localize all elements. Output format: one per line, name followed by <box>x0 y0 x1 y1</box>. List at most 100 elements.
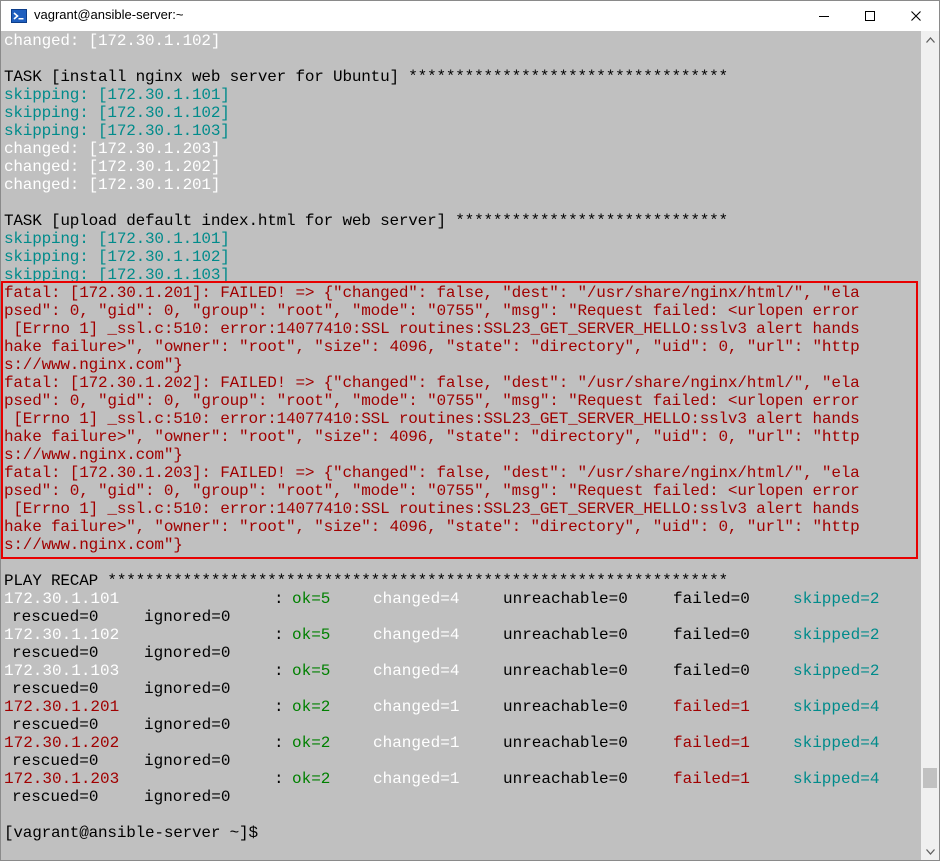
title-bar[interactable]: vagrant@ansible-server:~ <box>1 1 939 31</box>
recap-rescued: rescued=0 <box>12 644 99 662</box>
scroll-thumb[interactable] <box>923 768 937 788</box>
maximize-icon <box>865 11 875 21</box>
recap-unreachable: unreachable=0 <box>503 662 628 680</box>
error-line: psed": 0, "gid": 0, "group": "root", "mo… <box>4 482 860 500</box>
recap-ok: ok=5 <box>292 590 331 608</box>
recap-ignored: ignored=0 <box>144 752 231 770</box>
recap-failed: failed=1 <box>673 770 750 788</box>
output-line: skipping: [172.30.1.101] <box>4 86 230 104</box>
maximize-button[interactable] <box>847 1 893 31</box>
recap-unreachable: unreachable=0 <box>503 626 628 644</box>
recap-separator: : <box>274 590 284 608</box>
output-line: skipping: [172.30.1.103] <box>4 122 230 140</box>
recap-unreachable: unreachable=0 <box>503 698 628 716</box>
error-line: hake failure>", "owner": "root", "size":… <box>4 428 860 446</box>
recap-host: 172.30.1.203 <box>4 770 120 788</box>
recap-unreachable: unreachable=0 <box>503 590 628 608</box>
recap-failed: failed=0 <box>673 590 750 608</box>
close-icon <box>911 11 921 21</box>
recap-separator: : <box>274 734 284 752</box>
terminal-output[interactable]: changed: [172.30.1.102] TASK [install ng… <box>1 31 921 860</box>
minimize-icon <box>819 16 829 17</box>
recap-separator: : <box>274 698 284 716</box>
recap-ok: ok=5 <box>292 662 331 680</box>
recap-ignored: ignored=0 <box>144 788 231 806</box>
scroll-up-button[interactable] <box>921 31 939 48</box>
chevron-down-icon <box>925 848 935 855</box>
output-line: changed: [172.30.1.202] <box>4 158 221 176</box>
recap-failed: failed=1 <box>673 698 750 716</box>
error-line: fatal: [172.30.1.202]: FAILED! => {"chan… <box>4 374 860 392</box>
recap-skipped: skipped=4 <box>793 770 880 788</box>
recap-rescued: rescued=0 <box>12 716 99 734</box>
window-title: vagrant@ansible-server:~ <box>34 7 184 22</box>
recap-changed: changed=4 <box>373 590 460 608</box>
recap-ok: ok=2 <box>292 770 331 788</box>
recap-separator: : <box>274 662 284 680</box>
recap-host: 172.30.1.101 <box>4 590 120 608</box>
error-line: psed": 0, "gid": 0, "group": "root", "mo… <box>4 392 860 410</box>
error-line: psed": 0, "gid": 0, "group": "root", "mo… <box>4 302 860 320</box>
error-line: s://www.nginx.com"} <box>4 536 183 554</box>
minimize-button[interactable] <box>801 1 847 31</box>
vertical-scrollbar[interactable] <box>921 31 939 860</box>
recap-host: 172.30.1.103 <box>4 662 120 680</box>
recap-ignored: ignored=0 <box>144 716 231 734</box>
recap-skipped: skipped=4 <box>793 698 880 716</box>
recap-changed: changed=1 <box>373 698 460 716</box>
recap-ignored: ignored=0 <box>144 608 231 626</box>
recap-changed: changed=4 <box>373 626 460 644</box>
output-line: changed: [172.30.1.102] <box>4 32 221 50</box>
output-line: skipping: [172.30.1.101] <box>4 230 230 248</box>
error-line: fatal: [172.30.1.203]: FAILED! => {"chan… <box>4 464 860 482</box>
output-line: skipping: [172.30.1.102] <box>4 248 230 266</box>
recap-skipped: skipped=2 <box>793 662 880 680</box>
error-line: s://www.nginx.com"} <box>4 446 183 464</box>
error-line: [Errno 1] _ssl.c:510: error:14077410:SSL… <box>4 320 860 338</box>
recap-ignored: ignored=0 <box>144 680 231 698</box>
close-button[interactable] <box>893 1 939 31</box>
error-line: [Errno 1] _ssl.c:510: error:14077410:SSL… <box>4 500 860 518</box>
recap-failed: failed=0 <box>673 626 750 644</box>
shell-prompt[interactable]: [vagrant@ansible-server ~]$ <box>4 824 258 842</box>
recap-ignored: ignored=0 <box>144 644 231 662</box>
error-line: hake failure>", "owner": "root", "size":… <box>4 518 860 536</box>
recap-separator: : <box>274 770 284 788</box>
recap-header: PLAY RECAP *****************************… <box>4 572 728 590</box>
output-line: changed: [172.30.1.203] <box>4 140 221 158</box>
recap-ok: ok=2 <box>292 734 331 752</box>
recap-changed: changed=4 <box>373 662 460 680</box>
recap-unreachable: unreachable=0 <box>503 770 628 788</box>
recap-skipped: skipped=2 <box>793 590 880 608</box>
recap-rescued: rescued=0 <box>12 608 99 626</box>
output-line: skipping: [172.30.1.103] <box>4 266 230 284</box>
recap-host: 172.30.1.202 <box>4 734 120 752</box>
terminal-app-icon <box>11 9 27 23</box>
task-header: TASK [install nginx web server for Ubunt… <box>4 68 728 86</box>
recap-failed: failed=1 <box>673 734 750 752</box>
recap-changed: changed=1 <box>373 770 460 788</box>
output-line: changed: [172.30.1.201] <box>4 176 221 194</box>
recap-host: 172.30.1.201 <box>4 698 120 716</box>
scroll-down-button[interactable] <box>921 843 939 860</box>
recap-failed: failed=0 <box>673 662 750 680</box>
recap-changed: changed=1 <box>373 734 460 752</box>
error-line: fatal: [172.30.1.201]: FAILED! => {"chan… <box>4 284 860 302</box>
terminal-window: vagrant@ansible-server:~ changed: [172.3… <box>0 0 940 861</box>
task-header: TASK [upload default index.html for web … <box>4 212 728 230</box>
recap-rescued: rescued=0 <box>12 680 99 698</box>
error-line: [Errno 1] _ssl.c:510: error:14077410:SSL… <box>4 410 860 428</box>
recap-rescued: rescued=0 <box>12 788 99 806</box>
chevron-up-icon <box>925 36 935 43</box>
recap-skipped: skipped=4 <box>793 734 880 752</box>
recap-ok: ok=2 <box>292 698 331 716</box>
recap-unreachable: unreachable=0 <box>503 734 628 752</box>
recap-separator: : <box>274 626 284 644</box>
recap-skipped: skipped=2 <box>793 626 880 644</box>
recap-rescued: rescued=0 <box>12 752 99 770</box>
recap-ok: ok=5 <box>292 626 331 644</box>
output-line: skipping: [172.30.1.102] <box>4 104 230 122</box>
error-line: hake failure>", "owner": "root", "size":… <box>4 338 860 356</box>
error-line: s://www.nginx.com"} <box>4 356 183 374</box>
recap-host: 172.30.1.102 <box>4 626 120 644</box>
